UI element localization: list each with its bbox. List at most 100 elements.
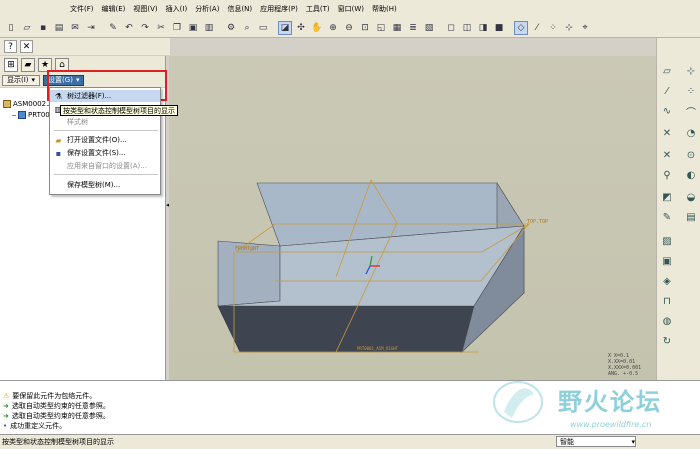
merge-tool-icon[interactable]: ▣ <box>660 254 674 268</box>
tree-item-assembly[interactable]: ASM0002.A <box>3 100 53 108</box>
new-file-icon[interactable]: ▯ <box>4 21 18 35</box>
close-window-icon[interactable]: ✕ <box>20 40 33 53</box>
copy-icon[interactable]: ❐ <box>170 21 184 35</box>
regen-model-icon[interactable]: ⚙ <box>224 21 238 35</box>
assembly-icon <box>3 100 11 108</box>
menu-item-label: 打开设置文件(O)... <box>67 136 127 144</box>
refit-icon[interactable]: ⊡ <box>358 21 372 35</box>
datum-point-tool-icon[interactable]: ⁘ <box>684 84 698 98</box>
mirror-tool-icon[interactable]: ▨ <box>660 234 674 248</box>
datum-point-display-icon[interactable]: ⁘ <box>546 21 560 35</box>
menu-window[interactable]: 窗口(W) <box>338 4 364 14</box>
dot-icon: • <box>3 422 8 430</box>
rib-tool-icon[interactable]: ⚲ <box>660 168 674 182</box>
message-line: ➜ 选取自动类型约束的任意参照。 <box>3 401 110 411</box>
wireframe-icon[interactable]: ◻ <box>444 21 458 35</box>
top-datum-label: TOP.TOP <box>527 219 548 225</box>
tooltip: 按类型和状态控制模型树项目的显示 <box>60 105 178 116</box>
cut-icon[interactable]: ✂ <box>154 21 168 35</box>
sketch-tool-icon[interactable]: ∿ <box>660 104 674 118</box>
email-icon[interactable]: ✉ <box>68 21 82 35</box>
thicken-tool-icon[interactable]: ↻ <box>660 334 674 348</box>
datum-plane-display-icon[interactable]: ◇ <box>514 20 528 35</box>
menu-tools[interactable]: 工具(T) <box>306 4 330 14</box>
menu-item-tree-filter[interactable]: ⚗ 树过滤器(F)... <box>50 90 160 102</box>
selection-filter-select[interactable]: 智能 ▾ <box>556 436 636 447</box>
send-icon[interactable]: ⇥ <box>84 21 98 35</box>
redo-icon[interactable]: ↷ <box>138 21 152 35</box>
hole-tool-icon[interactable]: ✕ <box>660 126 674 140</box>
blend-tool-icon[interactable]: ▤ <box>684 210 698 224</box>
pattern-tool-icon[interactable]: ⊓ <box>660 294 674 308</box>
find-icon[interactable]: ⌕ <box>240 21 254 35</box>
spin-center-icon[interactable]: ✣ <box>294 21 308 35</box>
regenerate-icon[interactable]: ✎ <box>106 21 120 35</box>
menu-item-save-model-tree[interactable]: 保存模型树(M)... <box>50 179 160 191</box>
extrude-tool-icon[interactable]: ◩ <box>660 190 674 204</box>
menu-help[interactable]: 帮助(H) <box>372 4 397 14</box>
chevron-down-icon: ▾ <box>31 76 36 84</box>
repaint-icon[interactable]: ◪ <box>278 20 292 35</box>
annotation-display-icon[interactable]: ⌖ <box>578 21 592 35</box>
reorient-icon[interactable]: ◱ <box>374 21 388 35</box>
save-icon[interactable]: ▪ <box>36 21 50 35</box>
menu-analysis[interactable]: 分析(A) <box>195 4 219 14</box>
round-tool-icon[interactable]: ◔ <box>684 126 698 140</box>
view-manager-icon[interactable]: ▧ <box>422 21 436 35</box>
folder-browser-tab-icon[interactable]: ▰ <box>21 57 35 72</box>
datum-plane-tool-icon[interactable]: ▱ <box>660 64 674 78</box>
saved-views-icon[interactable]: ▦ <box>390 21 404 35</box>
toolbar-separator <box>438 21 442 35</box>
selection-filter-icon[interactable]: ▭ <box>256 21 270 35</box>
trim-tool-icon[interactable]: ◈ <box>660 274 674 288</box>
offset-tool-icon[interactable]: ◍ <box>660 314 674 328</box>
zoom-out-icon[interactable]: ⊖ <box>342 21 356 35</box>
toolbar-separator <box>100 21 104 35</box>
orient-mode-icon[interactable]: ✋ <box>310 21 324 35</box>
revolve-tool-icon[interactable]: ◒ <box>684 190 698 204</box>
right-datum-label: PRT0001_ASM_RIGHT <box>357 346 399 351</box>
menu-item-open-settings[interactable]: ▰ 打开设置文件(O)... <box>50 134 160 146</box>
menu-edit[interactable]: 编辑(E) <box>102 4 126 14</box>
toolbar-separator <box>508 21 512 35</box>
menu-item-save-settings[interactable]: ▪ 保存设置文件(S)... <box>50 147 160 159</box>
context-help-icon[interactable]: ? <box>4 40 17 53</box>
watermark-url: www.proewildfire.cn <box>570 420 652 429</box>
chamfer-tool-icon[interactable]: ✕ <box>660 148 674 162</box>
part-icon <box>18 111 26 119</box>
watermark: 野火论坛 www.proewildfire.cn <box>488 378 698 434</box>
menu-applications[interactable]: 应用程序(P) <box>260 4 298 14</box>
shading-icon[interactable]: ■ <box>492 21 506 35</box>
show-dropdown[interactable]: 显示(I) ▾ <box>2 74 41 86</box>
datum-csys-tool-icon[interactable]: ⊹ <box>684 64 698 78</box>
model-tree-tab-icon[interactable]: ⊞ <box>4 57 18 72</box>
no-hidden-icon[interactable]: ◨ <box>476 21 490 35</box>
chevron-down-icon: ▾ <box>631 437 635 446</box>
paste-icon[interactable]: ▣ <box>186 21 200 35</box>
menu-info[interactable]: 信息(N) <box>227 4 252 14</box>
datum-axis-tool-icon[interactable]: ⁄ <box>660 84 674 98</box>
message-text: 要保留此元件为包络元件。 <box>12 392 97 400</box>
datum-axis-display-icon[interactable]: ⁄ <box>530 21 544 35</box>
layers-icon[interactable]: ≣ <box>406 21 420 35</box>
draft-tool-icon[interactable]: ◐ <box>684 168 698 182</box>
hidden-line-icon[interactable]: ◫ <box>460 21 474 35</box>
shell-tool-icon[interactable]: ⊙ <box>684 148 698 162</box>
menu-file[interactable]: 文件(F) <box>70 4 94 14</box>
paste-special-icon[interactable]: ▥ <box>202 21 216 35</box>
menu-insert[interactable]: 插入(I) <box>166 4 188 14</box>
tree-item-part[interactable]: PRT000 <box>12 111 54 119</box>
zoom-in-icon[interactable]: ⊕ <box>326 21 340 35</box>
tolerance-readout: X X=0.1 X.XX=0.01 X.XXX=0.001 ANG. +-0.5 <box>608 353 641 377</box>
graphics-window[interactable]: FRONT@NT TOP.TOP PRT0001_ASM_RIGHT <box>169 56 656 380</box>
print-icon[interactable]: ▤ <box>52 21 66 35</box>
message-line: ⚠ 要保留此元件为包络元件。 <box>3 391 96 401</box>
open-file-icon[interactable]: ▱ <box>20 21 34 35</box>
tolerance-line: ANG. +-0.5 <box>608 371 639 377</box>
csys-display-icon[interactable]: ⊹ <box>562 21 576 35</box>
curve-tool-icon[interactable]: ⌒ <box>684 104 698 119</box>
secondary-toolbar: ? ✕ <box>0 38 170 55</box>
sweep-tool-icon[interactable]: ✎ <box>660 210 674 224</box>
menu-view[interactable]: 视图(V) <box>133 4 157 14</box>
undo-icon[interactable]: ↶ <box>122 21 136 35</box>
